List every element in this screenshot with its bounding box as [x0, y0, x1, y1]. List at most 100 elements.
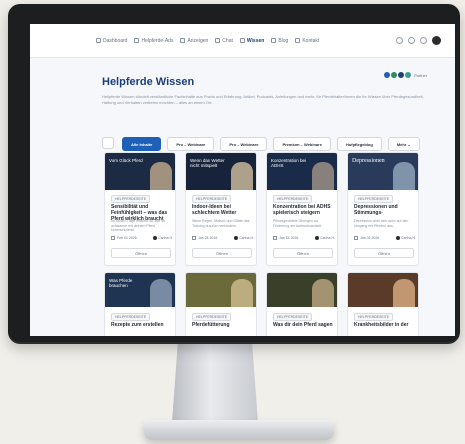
content-card[interactable]: Konzentration bei ADHS HELPFERDESEITE Konz… — [266, 152, 338, 266]
author-avatar — [396, 236, 401, 240]
thumbnail-figure — [231, 279, 253, 307]
filter-chip-5[interactable]: Hufpflegeblog — [336, 137, 382, 151]
nav-item-label: Helpferde-Ads — [141, 37, 174, 44]
card-date: Feb 01 2026 — [117, 236, 137, 240]
monitor-frame: Dashboard Helpferde-Ads Anzeigen Chat Wissen… — [8, 4, 460, 342]
content-card[interactable]: Wenn das Wetter nicht mitspielt HELPFERDE… — [185, 152, 257, 266]
thumbnail-figure — [150, 162, 172, 190]
content-card[interactable]: Was Pferde brauchen HELPFERDESEITE Rezepte… — [104, 272, 176, 336]
page-title: Helpferde Wissen — [102, 76, 195, 88]
partner-logo-3 — [398, 72, 404, 78]
content-card[interactable]: Depressionen HELPFERDESEITE Depressionen u… — [347, 152, 419, 266]
bell-icon[interactable] — [408, 37, 415, 44]
card-category-tag: HELPFERDESEITE — [273, 195, 313, 203]
card-thumbnail: Vom Glück Pferd — [105, 153, 175, 190]
thumbnail-figure — [231, 162, 253, 190]
calendar-icon — [273, 236, 277, 240]
partner-logo-4 — [405, 72, 411, 78]
chat-icon — [215, 38, 221, 43]
nav-item-label: Blog — [278, 37, 289, 44]
nav-right-tools — [396, 36, 441, 45]
user-avatar[interactable] — [432, 36, 441, 45]
card-category-tag: HELPFERDESEITE — [111, 313, 151, 321]
card-title[interactable]: Rezepte zum erstellen — [111, 322, 171, 328]
card-category-tag: HELPFERDESEITE — [273, 313, 313, 321]
open-button[interactable]: Öffnen — [111, 248, 171, 258]
author-name: Carina H. — [401, 236, 416, 240]
card-meta: Jan 28 2026 Carina H. — [192, 236, 254, 240]
card-title[interactable]: Krankheitsbilder in der — [354, 322, 414, 328]
home-icon — [96, 38, 101, 43]
card-author: Carina H. — [315, 236, 335, 240]
card-author: Carina H. — [153, 236, 173, 240]
card-thumbnail: Konzentration bei ADHS — [267, 153, 337, 190]
card-description: Wenn Regen, Matsch und Glätte das Traini… — [192, 219, 250, 228]
monitor-base — [144, 420, 334, 440]
settings-icon[interactable] — [420, 37, 427, 44]
filter-chip-3[interactable]: Pro – Webinare — [220, 137, 268, 151]
card-thumbnail: Depressionen — [348, 153, 418, 190]
card-description: Im neuen Folge erfährst du, wie du achts… — [111, 219, 166, 232]
filter-chip-1[interactable]: Alle Inhalte — [122, 137, 162, 151]
top-navigation: Dashboard Helpferde-Ads Anzeigen Chat Wissen… — [30, 24, 455, 58]
calendar-icon — [111, 236, 115, 240]
card-meta: Jan 15 2026 Carina H. — [273, 236, 335, 240]
nav-item-blog[interactable]: Blog — [271, 38, 288, 44]
blog-icon — [271, 38, 277, 43]
author-avatar — [315, 236, 320, 240]
card-thumbnail: Wenn das Wetter nicht mitspielt — [186, 153, 256, 190]
calendar-icon — [354, 236, 358, 240]
filter-chip-6[interactable]: Mehr ⌄ — [387, 137, 420, 151]
horse-icon — [134, 38, 140, 43]
card-thumbnail — [186, 273, 256, 307]
search-icon[interactable] — [396, 37, 403, 44]
card-title[interactable]: Indoor-Ideen bei schlechtem Wetter — [192, 204, 252, 216]
open-button[interactable]: Öffnen — [273, 248, 333, 258]
card-date: Jan 03 2026 — [360, 236, 380, 240]
card-author: Carina H. — [396, 236, 416, 240]
filter-chip-4[interactable]: Premium – Webinare — [273, 137, 331, 151]
card-category-tag: HELPFERDESEITE — [111, 195, 151, 203]
nav-item-label: Chat — [222, 37, 233, 44]
card-author: Carina H. — [234, 236, 254, 240]
card-thumbnail — [267, 273, 337, 307]
thumbnail-figure — [393, 279, 415, 307]
thumbnail-caption: Was Pferde brauchen — [109, 278, 133, 288]
content-card[interactable]: HELPFERDESEITE Was dir dein Pferd sagen — [266, 272, 338, 336]
nav-item-kontakt[interactable]: Kontakt — [295, 38, 319, 44]
nav-item-label: Dashboard — [103, 37, 128, 44]
filter-chip-2[interactable]: Pro – Webinare — [167, 137, 215, 151]
mail-icon — [295, 38, 301, 43]
open-button[interactable]: Öffnen — [354, 248, 414, 258]
partner-logo-2 — [391, 72, 397, 78]
thumbnail-caption: Vom Glück Pferd — [109, 158, 143, 163]
card-thumbnail: Was Pferde brauchen — [105, 273, 175, 307]
card-title[interactable]: Konzentration bei ADHS spielerisch steig… — [273, 204, 333, 216]
thumbnail-figure — [150, 279, 172, 307]
content-card[interactable]: HELPFERDESEITE Pferdefütterung — [185, 272, 257, 336]
filter-icon[interactable] — [102, 137, 114, 149]
card-title[interactable]: Depressionen und Stimmungs- — [354, 204, 414, 216]
open-button[interactable]: Öffnen — [192, 248, 252, 258]
nav-item-dashboard[interactable]: Dashboard — [96, 38, 127, 44]
thumbnail-caption: Konzentration bei ADHS — [271, 158, 307, 168]
content-card[interactable]: HELPFERDESEITE Krankheitsbilder in der — [347, 272, 419, 336]
author-avatar — [234, 236, 239, 240]
calendar-icon — [192, 236, 196, 240]
card-description: Pferdegestützte Übungen zur Förderung de… — [273, 219, 323, 228]
partner-logo-1 — [384, 72, 390, 78]
card-thumbnail — [348, 273, 418, 307]
content-card[interactable]: Vom Glück Pferd HELPFERDESEITE Sensibilitä… — [104, 152, 176, 266]
nav-item-helpferde-ads[interactable]: Helpferde-Ads — [134, 38, 173, 44]
card-category-tag: HELPFERDESEITE — [192, 195, 232, 203]
author-name: Carina H. — [320, 236, 335, 240]
page-subtitle: Hellpferde Wissen bündelt verständliche … — [102, 94, 424, 105]
card-title[interactable]: Pferdefütterung — [192, 322, 252, 328]
card-title[interactable]: Was dir dein Pferd sagen — [273, 322, 333, 328]
card-meta: Feb 01 2026 Carina H. — [111, 236, 173, 240]
nav-item-anzeigen[interactable]: Anzeigen — [180, 38, 208, 44]
nav-item-chat[interactable]: Chat — [215, 38, 233, 44]
nav-item-wissen[interactable]: Wissen — [239, 38, 264, 44]
card-category-tag: HELPFERDESEITE — [354, 313, 394, 321]
card-category-tag: HELPFERDESEITE — [192, 313, 232, 321]
